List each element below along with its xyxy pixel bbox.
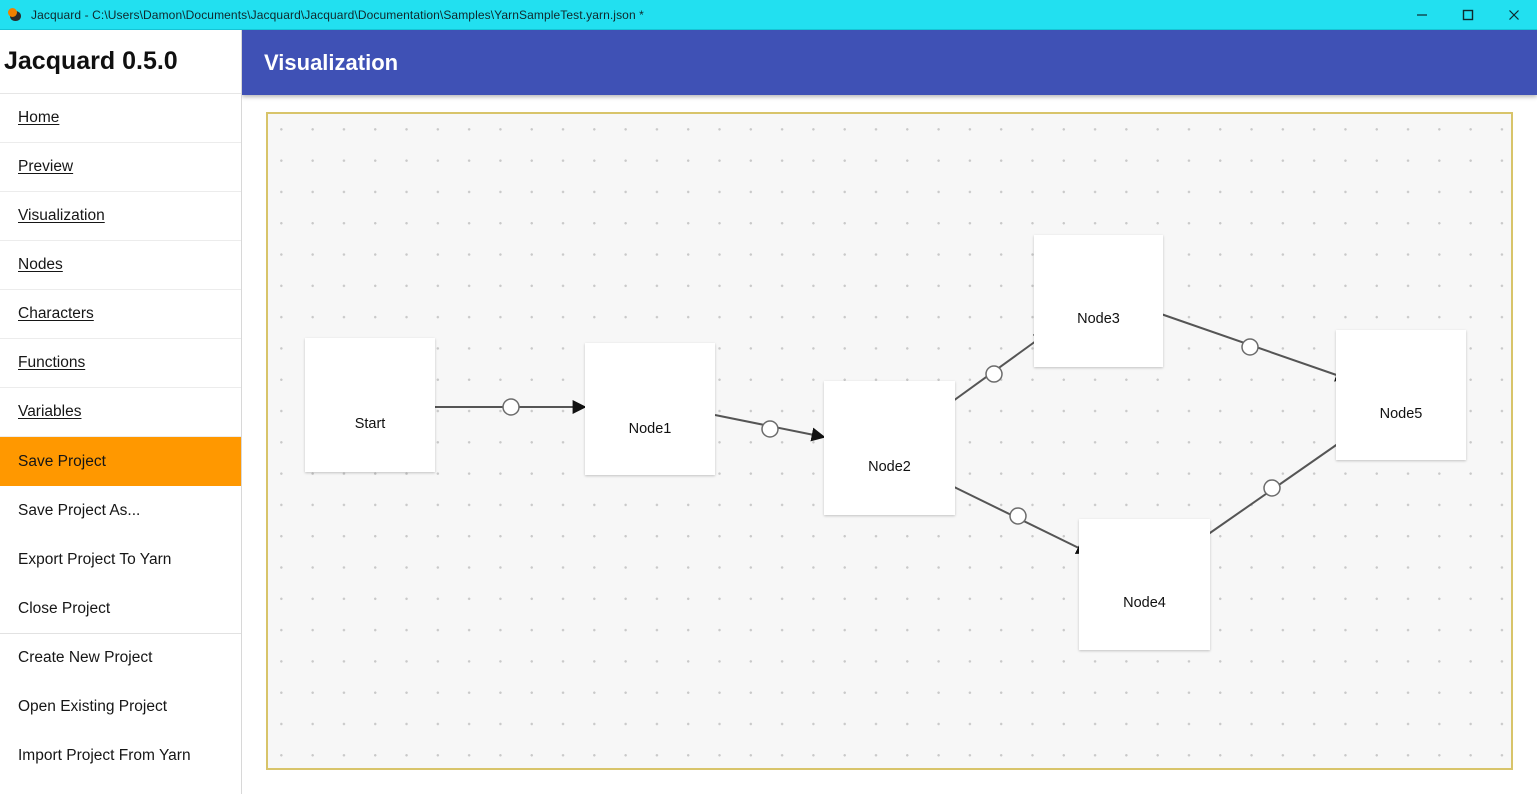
sidebar-item-import-project-from-yarn[interactable]: Import Project From Yarn <box>0 731 241 780</box>
close-icon[interactable] <box>1491 0 1537 30</box>
sidebar-item-label: Create New Project <box>18 649 153 666</box>
sidebar-item-save-project[interactable]: Save Project <box>0 437 241 486</box>
app-shell: Jacquard 0.5.0 Home Preview Visualization N… <box>0 30 1537 794</box>
sidebar-item-variables[interactable]: Variables <box>0 388 241 437</box>
minimize-icon[interactable] <box>1399 0 1445 30</box>
graph-edge[interactable] <box>1160 313 1350 382</box>
graph-node-label: Node1 <box>628 421 672 437</box>
sidebar-item-visualization[interactable]: Visualization <box>0 192 241 241</box>
graph-edge[interactable] <box>1196 433 1354 543</box>
window-controls <box>1399 0 1537 30</box>
graph-node-label: Node2 <box>868 459 911 475</box>
sidebar-item-label: Variables <box>18 403 82 420</box>
graph-node-start[interactable]: Start <box>305 338 435 472</box>
sidebar-item-preview[interactable]: Preview <box>0 143 241 192</box>
page-title: Visualization <box>264 49 399 75</box>
edge-handle-circle[interactable] <box>1263 479 1281 497</box>
sidebar-item-save-project-as[interactable]: Save Project As... <box>0 486 241 535</box>
edge-handle-circle[interactable] <box>502 398 520 416</box>
sidebar-item-label: Open Existing Project <box>18 697 168 715</box>
sidebar-nav-list: Home Preview Visualization Nodes Characters F… <box>0 94 241 780</box>
sidebar-item-label: Preview <box>18 158 74 175</box>
edge-handle-circle[interactable] <box>761 420 779 438</box>
sidebar-item-create-new-project[interactable]: Create New Project <box>0 633 241 682</box>
graph-node-node1[interactable]: Node1 <box>585 343 715 475</box>
sidebar-item-label: Characters <box>18 305 94 322</box>
sidebar-item-nodes[interactable]: Nodes <box>0 241 241 290</box>
app-bug-icon <box>8 7 24 23</box>
graph-node-node5[interactable]: Node5 <box>1336 330 1466 460</box>
graph-edge[interactable] <box>435 398 587 416</box>
sidebar-item-label: Home <box>18 109 60 126</box>
sidebar-item-home[interactable]: Home <box>0 94 241 143</box>
graph-edge[interactable] <box>941 332 1049 410</box>
graph-edge[interactable] <box>714 414 826 442</box>
window-titlebar: Jacquard - C:\Users\Damon\Documents\Jacq… <box>0 0 1537 30</box>
window-title: Jacquard - C:\Users\Damon\Documents\Jacq… <box>31 7 644 22</box>
graph-node-node3[interactable]: Node3 <box>1034 235 1163 367</box>
sidebar-item-functions[interactable]: Functions <box>0 339 241 388</box>
graph-canvas[interactable]: Start Node1 Node2 Node3 Node4 Node5 <box>266 112 1513 770</box>
graph-node-label: Node5 <box>1379 406 1423 422</box>
page-header: Visualization <box>242 30 1537 95</box>
graph-node-label: Node4 <box>1123 595 1166 611</box>
sidebar-item-close-project[interactable]: Close Project <box>0 584 241 633</box>
maximize-icon[interactable] <box>1445 0 1491 30</box>
sidebar-item-label: Nodes <box>18 256 63 273</box>
sidebar-item-label: Import Project From Yarn <box>18 746 191 764</box>
sidebar-item-characters[interactable]: Characters <box>0 290 241 339</box>
sidebar-item-label: Export Project To Yarn <box>18 550 172 568</box>
graph-node-label: Start <box>354 416 386 432</box>
sidebar: Jacquard 0.5.0 Home Preview Visualization N… <box>0 30 242 794</box>
edge-handle-circle[interactable] <box>1241 338 1259 356</box>
graph-node-label: Node3 <box>1077 311 1120 327</box>
sidebar-item-label: Save Project As... <box>18 501 141 519</box>
graph-edge[interactable] <box>947 483 1091 554</box>
app-brand-title: Jacquard 0.5.0 <box>0 30 241 94</box>
edge-handle-circle[interactable] <box>985 365 1003 383</box>
sidebar-item-label: Close Project <box>18 599 111 617</box>
sidebar-item-open-existing-project[interactable]: Open Existing Project <box>0 682 241 731</box>
graph-node-node4[interactable]: Node4 <box>1079 519 1210 650</box>
sidebar-item-label: Visualization <box>18 207 105 224</box>
graph-node-node2[interactable]: Node2 <box>824 381 955 515</box>
edge-handle-circle[interactable] <box>1009 507 1027 525</box>
visualization-canvas-wrapper: Start Node1 Node2 Node3 Node4 Node5 <box>242 95 1537 794</box>
sidebar-item-label: Save Project <box>18 452 106 470</box>
main-content: Visualization Start Node1 Node2 Node3 Node4 N… <box>242 30 1537 794</box>
sidebar-item-label: Functions <box>18 354 86 371</box>
sidebar-item-export-project-to-yarn[interactable]: Export Project To Yarn <box>0 535 241 584</box>
